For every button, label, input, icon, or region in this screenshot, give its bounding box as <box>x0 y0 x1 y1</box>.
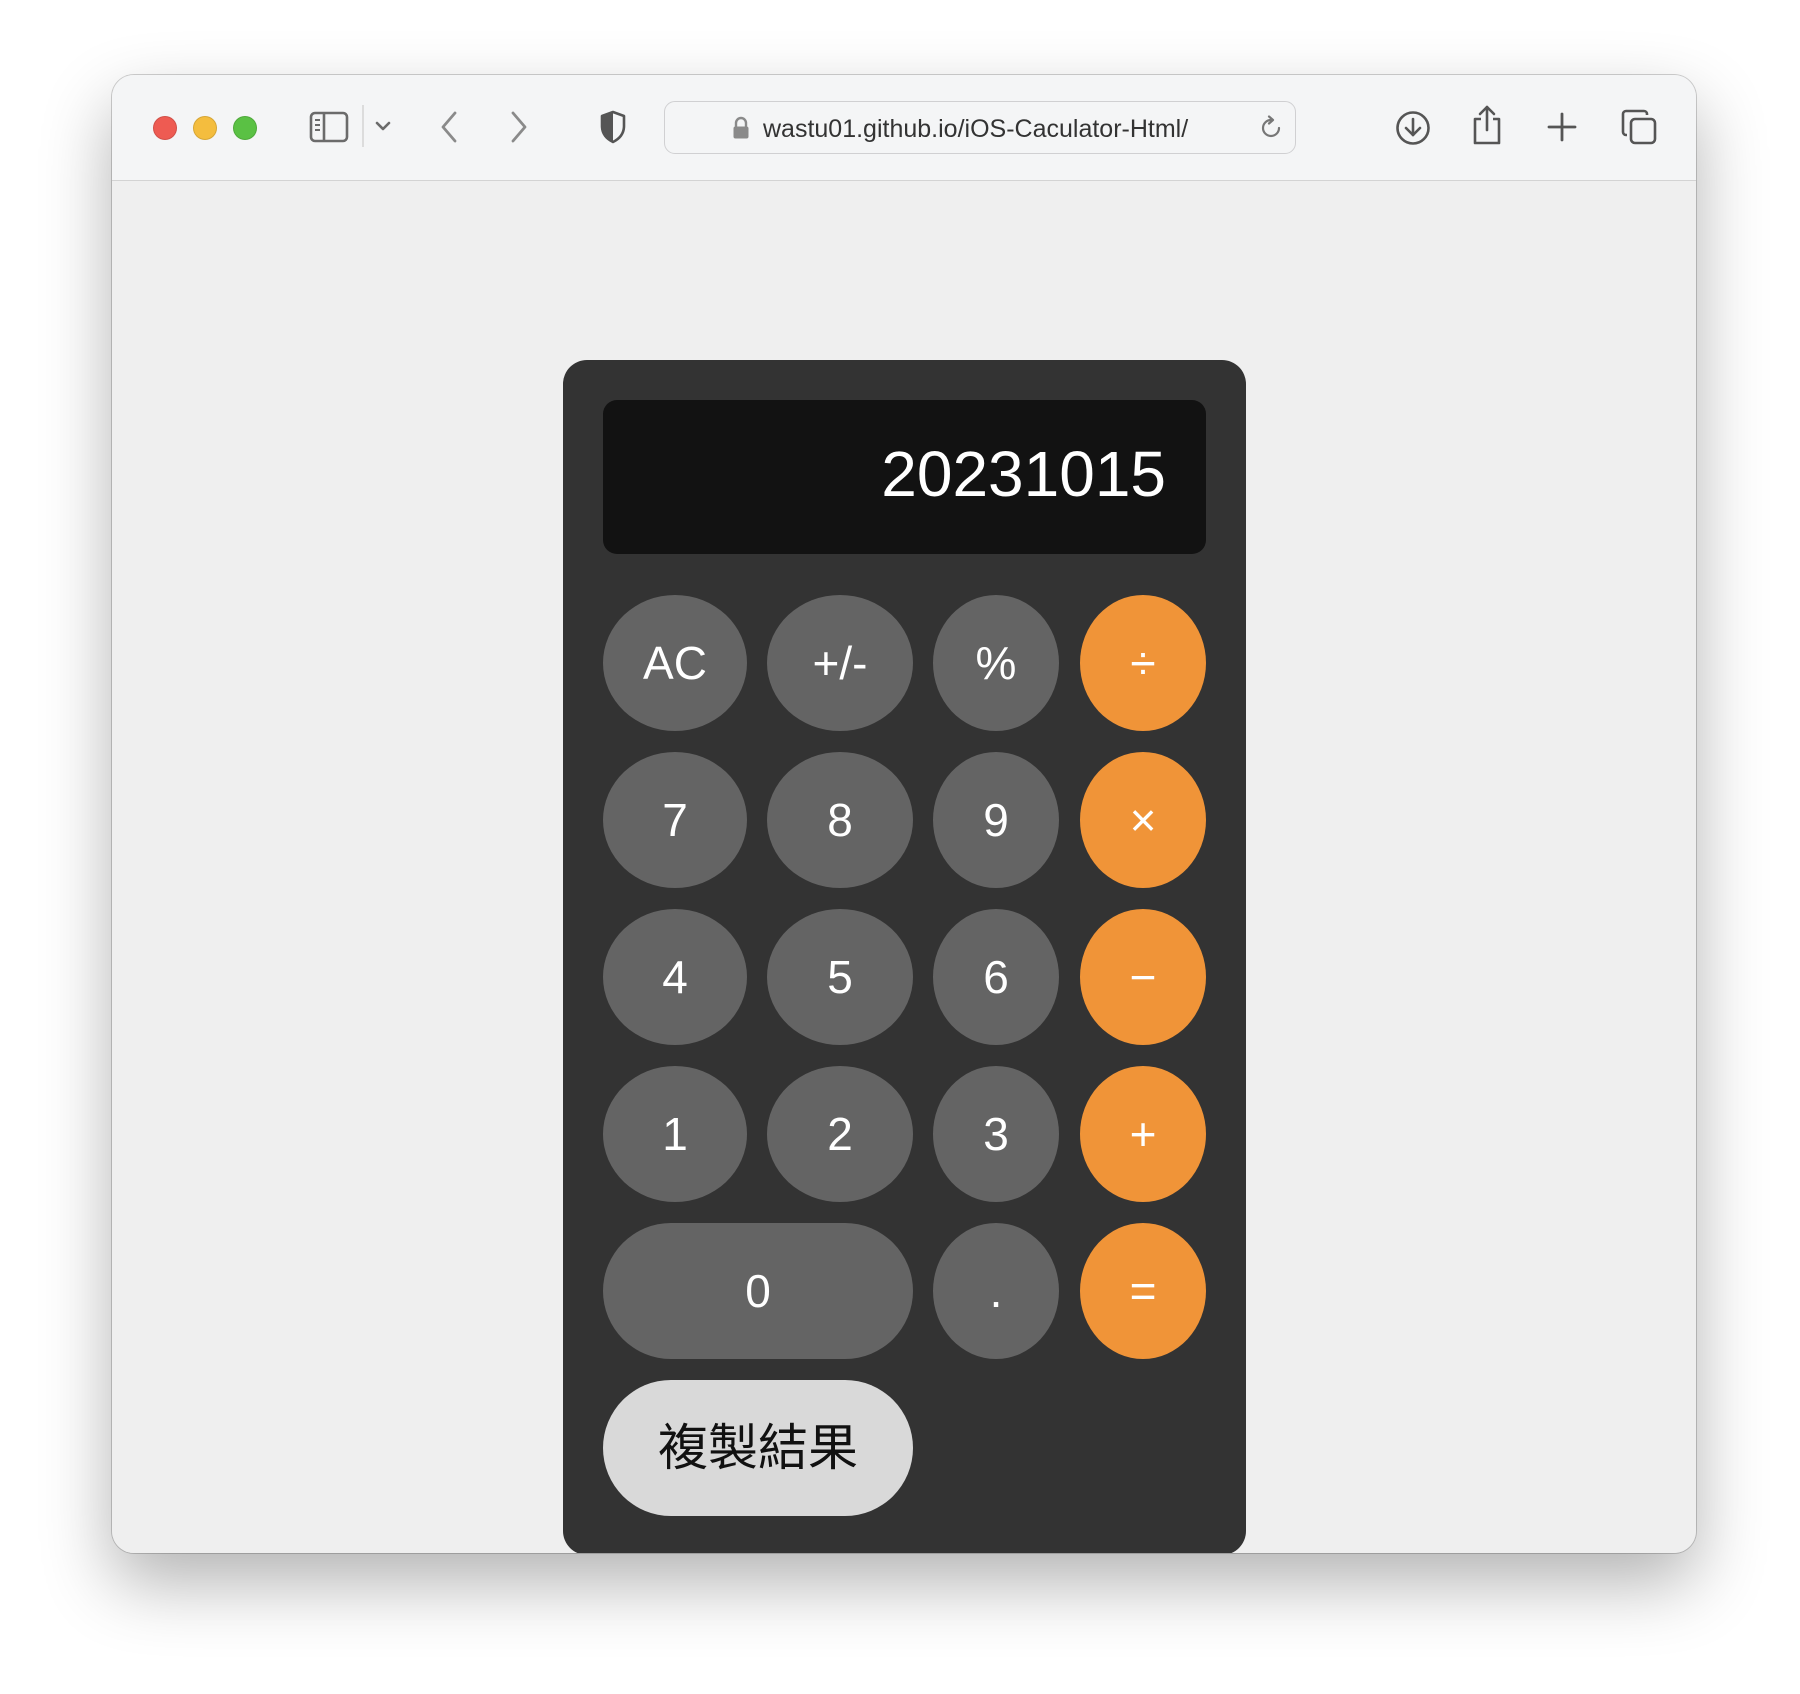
lock-icon <box>732 116 750 145</box>
browser-toolbar: wastu01.github.io/iOS-Caculator-Html/ <box>112 75 1696 181</box>
download-icon[interactable] <box>1394 109 1432 147</box>
percent-button[interactable]: % <box>933 595 1059 731</box>
address-bar[interactable]: wastu01.github.io/iOS-Caculator-Html/ <box>664 101 1296 154</box>
page-content: 20231015 AC +/- % ÷ 7 8 9 × 4 5 6 − 1 2 … <box>112 181 1696 1553</box>
browser-window: wastu01.github.io/iOS-Caculator-Html/ 20… <box>112 75 1696 1553</box>
close-window-button[interactable] <box>153 116 177 140</box>
digit-7-button[interactable]: 7 <box>603 752 747 888</box>
calculator-display: 20231015 <box>603 400 1206 554</box>
digit-4-button[interactable]: 4 <box>603 909 747 1045</box>
share-icon[interactable] <box>1470 103 1504 147</box>
equals-button[interactable]: = <box>1080 1223 1206 1359</box>
digit-6-button[interactable]: 6 <box>933 909 1059 1045</box>
subtract-button[interactable]: − <box>1080 909 1206 1045</box>
url-text: wastu01.github.io/iOS-Caculator-Html/ <box>763 115 1189 143</box>
reload-icon[interactable] <box>1258 115 1284 146</box>
display-value: 20231015 <box>881 438 1166 510</box>
minimize-window-button[interactable] <box>193 116 217 140</box>
tabs-overview-icon[interactable] <box>1620 108 1658 146</box>
sign-toggle-button[interactable]: +/- <box>767 595 913 731</box>
copy-result-button[interactable]: 複製結果 <box>603 1380 913 1516</box>
privacy-shield-icon[interactable] <box>598 108 628 146</box>
add-button[interactable]: + <box>1080 1066 1206 1202</box>
zoom-window-button[interactable] <box>233 116 257 140</box>
sidebar-icon[interactable] <box>308 110 350 144</box>
toolbar-divider <box>362 105 364 147</box>
decimal-button[interactable]: . <box>933 1223 1059 1359</box>
calculator: 20231015 AC +/- % ÷ 7 8 9 × 4 5 6 − 1 2 … <box>563 360 1246 1553</box>
new-tab-icon[interactable] <box>1546 111 1578 143</box>
digit-9-button[interactable]: 9 <box>933 752 1059 888</box>
back-icon[interactable] <box>434 108 464 146</box>
digit-0-button[interactable]: 0 <box>603 1223 913 1359</box>
divide-button[interactable]: ÷ <box>1080 595 1206 731</box>
multiply-button[interactable]: × <box>1080 752 1206 888</box>
digit-1-button[interactable]: 1 <box>603 1066 747 1202</box>
digit-3-button[interactable]: 3 <box>933 1066 1059 1202</box>
digit-8-button[interactable]: 8 <box>767 752 913 888</box>
digit-5-button[interactable]: 5 <box>767 909 913 1045</box>
clear-button[interactable]: AC <box>603 595 747 731</box>
chevron-down-icon[interactable] <box>372 118 394 134</box>
digit-2-button[interactable]: 2 <box>767 1066 913 1202</box>
forward-icon[interactable] <box>504 108 534 146</box>
